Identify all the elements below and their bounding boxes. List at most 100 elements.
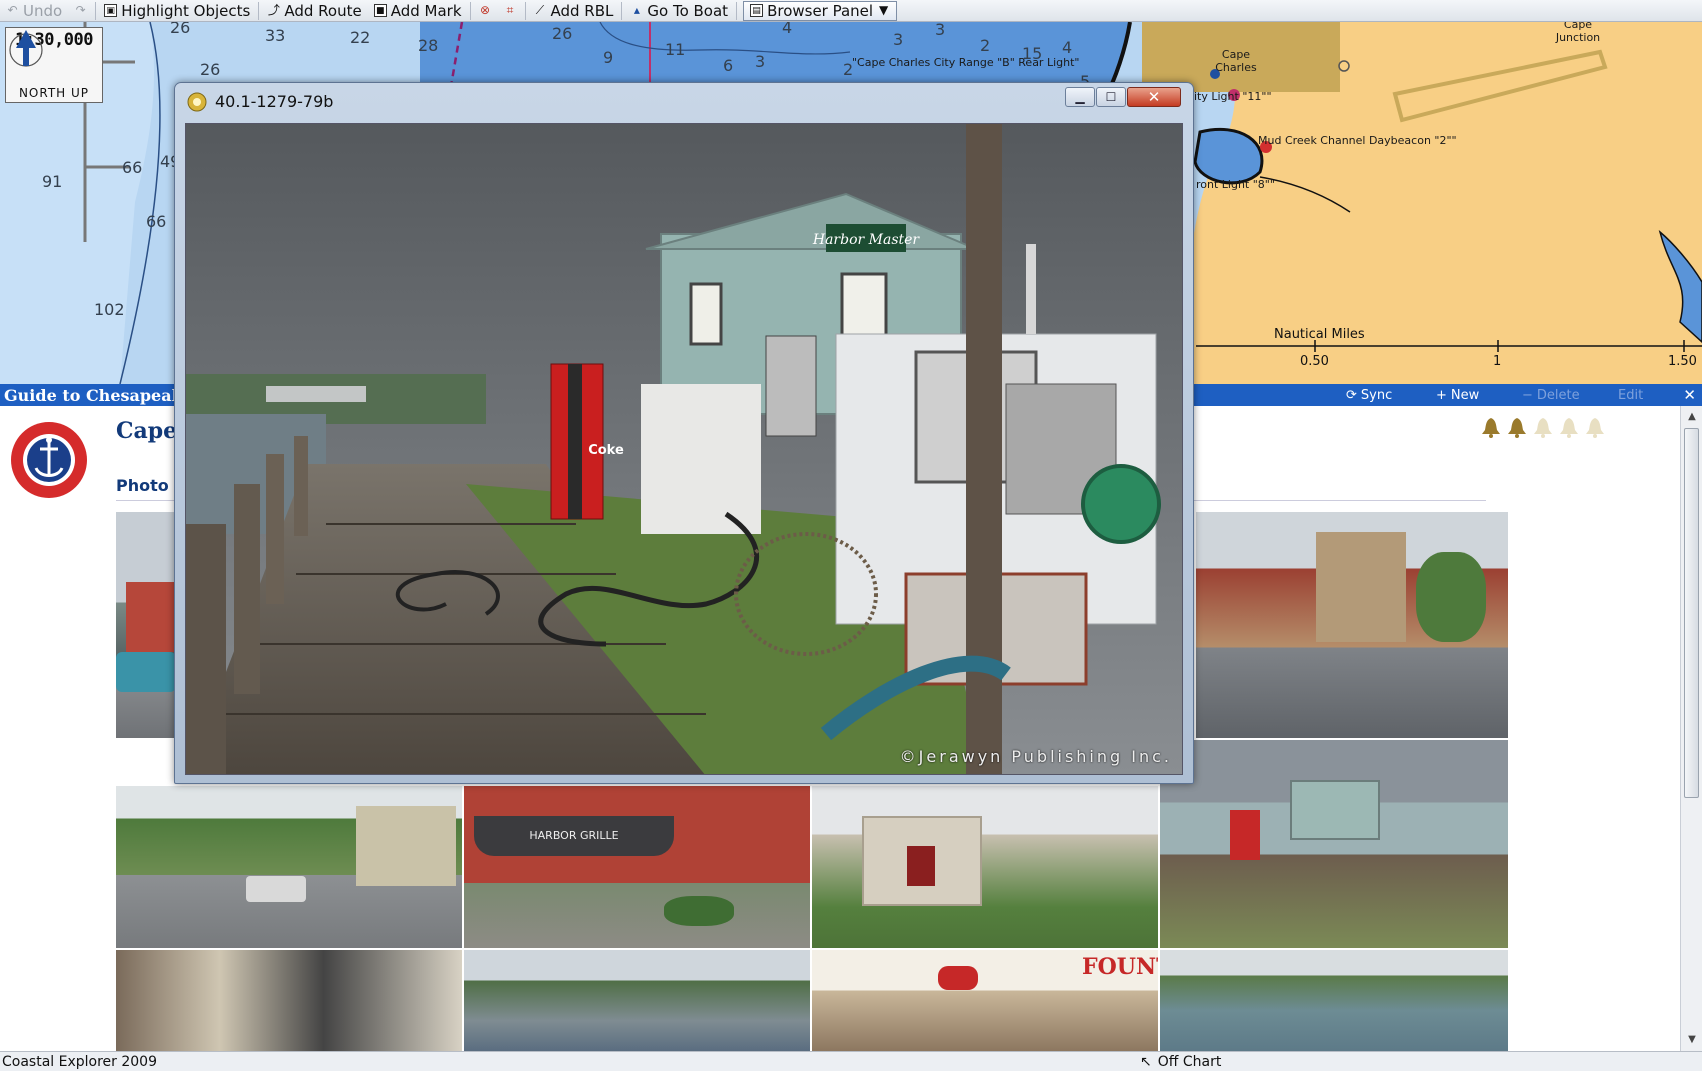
app-window: ↶ Undo ↷ ▣ Highlight Objects ⤴ Add Route…: [0, 0, 1702, 1071]
panel-close-button[interactable]: ✕: [1683, 384, 1696, 406]
depth-sounding: 6: [723, 56, 734, 75]
browser-panel-button[interactable]: ▤ Browser Panel ▼: [743, 0, 898, 21]
delete-label: Delete: [1536, 387, 1580, 403]
route-icon: ⤴: [267, 3, 280, 17]
depth-sounding: 66: [146, 212, 167, 231]
north-arrow-icon: [9, 30, 43, 67]
harbor-grille-sign: HARBOR GRILLE: [474, 816, 674, 856]
redo-icon: ↷: [75, 3, 86, 17]
scroll-up-icon[interactable]: ▲: [1681, 408, 1702, 426]
vertical-scrollbar[interactable]: ▲ ▼: [1680, 406, 1702, 1051]
undo-button[interactable]: ↶ Undo: [0, 1, 68, 21]
go-to-boat-button[interactable]: ▴ Go To Boat: [624, 1, 734, 21]
edit-label: Edit: [1618, 387, 1644, 403]
boat-icon: ▴: [633, 3, 640, 17]
depth-sounding: 91: [42, 172, 63, 191]
add-mark-label: Add Mark: [390, 1, 462, 20]
front-light-label[interactable]: ront Light "8"": [1196, 178, 1275, 191]
scale-tick: 1: [1493, 354, 1502, 369]
undo-icon: ↶: [7, 3, 18, 17]
building-shape: [356, 806, 456, 886]
scroll-down-icon[interactable]: ▼: [1681, 1031, 1702, 1049]
minimize-button[interactable]: ▁: [1065, 87, 1095, 107]
cursor-location: ↖ Off Chart: [1140, 1052, 1221, 1071]
new-button[interactable]: + New: [1436, 384, 1479, 406]
app-icon: [187, 92, 207, 112]
browser-panel-label: Browser Panel: [767, 1, 874, 20]
junction-label[interactable]: Cape Junction: [1548, 22, 1608, 44]
delete-button[interactable]: − Delete: [1522, 384, 1580, 406]
bell-icon: [1534, 418, 1552, 438]
add-rbl-button[interactable]: ⟋ Add RBL: [528, 1, 620, 21]
photo-thumbnail[interactable]: [116, 950, 462, 1051]
depth-sounding: 26: [552, 24, 573, 43]
depth-sounding: 66: [122, 158, 143, 177]
chevron-down-icon: ▼: [878, 3, 889, 17]
photo-viewer-window[interactable]: 40.1-1279-79b ▁ ☐ ✕ Harbor Master Coke ©…: [174, 82, 1194, 784]
town-label[interactable]: Cape Charles: [1214, 48, 1258, 74]
add-rbl-label: Add RBL: [550, 1, 614, 20]
cruising-club-logo: [11, 422, 87, 498]
edit-button[interactable]: Edit: [1618, 384, 1643, 406]
depth-sounding: 3: [935, 22, 946, 39]
highlight-label: Highlight Objects: [121, 1, 251, 20]
depth-sounding: 3: [755, 52, 766, 71]
add-route-button[interactable]: ⤴ Add Route: [261, 1, 367, 21]
sync-icon: ⟳: [1346, 387, 1357, 403]
new-label: New: [1450, 387, 1480, 403]
highlight-objects-button[interactable]: ▣ Highlight Objects: [98, 1, 256, 21]
photo-thumbnail[interactable]: FOUNTA: [812, 950, 1158, 1051]
range-light-label[interactable]: "Cape Charles City Range "B" Rear Light": [852, 56, 1079, 69]
toolbar-separator: [95, 1, 97, 20]
truck-shape: [246, 876, 306, 902]
minimize-icon: ▁: [1075, 90, 1085, 104]
scale-indicator[interactable]: 1:30,000 NORTH UP: [5, 27, 103, 103]
go-to-boat-label: Go To Boat: [647, 1, 729, 20]
maximize-button[interactable]: ☐: [1096, 87, 1126, 107]
photo-thumbnail[interactable]: [1160, 740, 1508, 948]
maximize-icon: ☐: [1105, 90, 1117, 104]
scroll-thumb[interactable]: [1684, 428, 1699, 798]
shed-shape: [1290, 780, 1380, 840]
window-close-button[interactable]: ✕: [1127, 87, 1181, 107]
photo-thumbnail[interactable]: [1196, 512, 1508, 738]
city-light-label[interactable]: ity Light "11"": [1194, 90, 1272, 103]
sync-button[interactable]: ⟳ Sync: [1346, 384, 1392, 406]
guide-panel-title: Guide to Chesapeake: [4, 385, 193, 405]
depth-sounding: 11: [665, 40, 686, 59]
guide-heading: Cape: [116, 418, 178, 444]
measure-button[interactable]: ⌗: [498, 1, 523, 21]
add-mark-button[interactable]: ■ Add Mark: [368, 1, 468, 21]
door-shape: [907, 846, 935, 886]
depth-sounding: 26: [200, 60, 221, 79]
redo-button[interactable]: ↷: [68, 1, 93, 21]
depth-sounding: 2: [980, 36, 991, 55]
depth-sounding: 4: [1062, 38, 1073, 57]
photo-thumbnail[interactable]: [1160, 950, 1508, 1051]
photo-thumbnail[interactable]: HARBOR GRILLE: [464, 786, 810, 948]
harbor-photo: Harbor Master Coke: [186, 124, 1182, 774]
measure-icon: ⌗: [506, 3, 514, 17]
photo-thumbnail[interactable]: [812, 786, 1158, 948]
photo-view: Harbor Master Coke ©Jerawyn Publishing I…: [185, 123, 1183, 775]
depth-sounding: 26: [170, 22, 191, 37]
depth-sounding: 3: [893, 30, 904, 49]
vending-shape: [1230, 810, 1260, 860]
photo-thumbnail[interactable]: [116, 786, 462, 948]
status-bar: Coastal Explorer 2009 ↖ Off Chart: [0, 1051, 1702, 1071]
planter-shape: [664, 896, 734, 926]
mark-icon: ■: [373, 4, 387, 17]
bell-icon: [1482, 418, 1500, 438]
coke-label: Coke: [588, 443, 624, 458]
bell-icon: [1586, 418, 1604, 438]
cursor-icon: ↖: [1140, 1054, 1152, 1070]
delete-mark-button[interactable]: ⊗: [473, 1, 498, 21]
depth-sounding: 9: [603, 48, 614, 67]
app-name: Coastal Explorer 2009: [2, 1053, 157, 1070]
daybeacon-label[interactable]: Mud Creek Channel Daybeacon "2"": [1258, 134, 1457, 147]
minus-icon: −: [1522, 387, 1533, 403]
photo-copyright: ©Jerawyn Publishing Inc.: [899, 747, 1172, 766]
photo-thumbnail[interactable]: [464, 950, 810, 1051]
rating-bells[interactable]: [1480, 416, 1606, 438]
undo-label: Undo: [23, 1, 63, 20]
